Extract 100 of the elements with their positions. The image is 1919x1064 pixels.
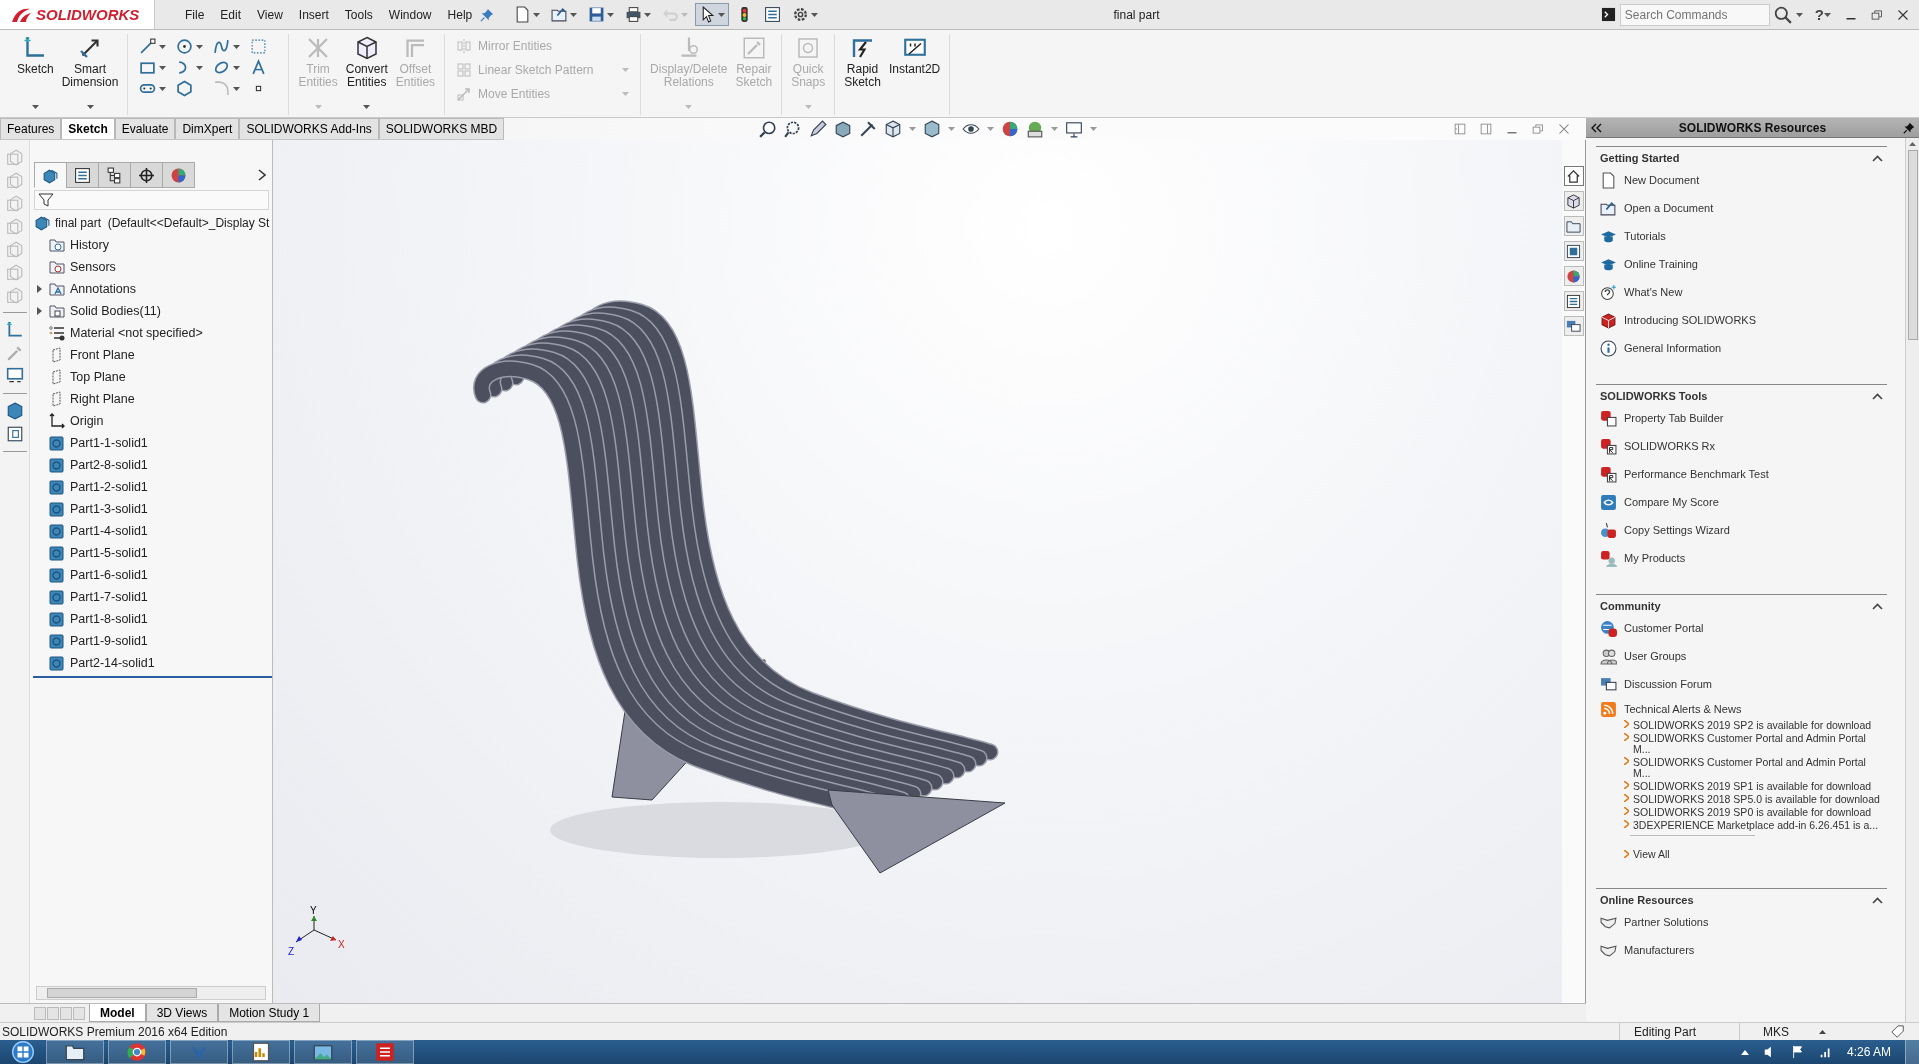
monitor-icon[interactable]	[1065, 120, 1084, 138]
resource-link[interactable]: New Document	[1596, 166, 1887, 194]
resource-link[interactable]: Online Training	[1596, 250, 1887, 278]
task-pane-tab[interactable]	[1563, 266, 1584, 286]
taskbar-app-button[interactable]	[232, 1040, 290, 1064]
tree-item[interactable]: final part (Default<<Default>_Display St	[30, 210, 272, 234]
caret-icon[interactable]	[196, 65, 204, 70]
caret-icon[interactable]	[718, 12, 726, 17]
ribbon-tool-button[interactable]: Instant2D	[884, 34, 945, 115]
tree-item[interactable]: Solid Bodies(11)	[30, 300, 272, 322]
tray-arrow-icon[interactable]	[1740, 1049, 1749, 1055]
unit-system[interactable]: MKS	[1763, 1024, 1789, 1039]
news-link[interactable]: SOLIDWORKS 2019 SP2 is available for download	[1633, 720, 1883, 731]
view-all-link[interactable]: View All	[1633, 848, 1670, 860]
manager-tab[interactable]	[130, 162, 163, 188]
resource-link[interactable]: General Information	[1596, 334, 1887, 362]
resource-link[interactable]: What's New	[1596, 278, 1887, 306]
command-tab[interactable]: Sketch	[61, 118, 115, 139]
rectangle-icon[interactable]	[139, 59, 157, 76]
tree-item[interactable]: Part1-8-solid1	[30, 608, 272, 630]
resource-link[interactable]: Compare My Score	[1596, 488, 1887, 516]
restore-icon[interactable]	[1532, 123, 1544, 135]
caret-up-icon[interactable]	[1819, 1029, 1826, 1034]
tree-item[interactable]: History	[30, 234, 272, 256]
menu-item[interactable]: Insert	[290, 3, 337, 26]
taskbar-app-button[interactable]	[108, 1040, 166, 1064]
ribbon-tool-button[interactable]: Sketch	[13, 34, 58, 115]
manager-tab[interactable]	[34, 162, 67, 188]
tree-item[interactable]: Part1-5-solid1	[30, 542, 272, 564]
caret-icon[interactable]	[811, 12, 819, 17]
tree-item[interactable]: Part1-3-solid1	[30, 498, 272, 520]
tree-item[interactable]: Part1-4-solid1	[30, 520, 272, 542]
color-sphere-icon[interactable]	[1001, 120, 1020, 138]
menu-item[interactable]: File	[177, 3, 213, 26]
cube-icon[interactable]	[884, 120, 903, 138]
chevron-right-icon[interactable]	[258, 169, 266, 181]
caret-icon[interactable]	[86, 105, 94, 109]
tree-item[interactable]: Part1-9-solid1	[30, 630, 272, 652]
resource-link[interactable]: Discussion Forum	[1596, 670, 1887, 698]
tree-item[interactable]: Sensors	[30, 256, 272, 278]
box-icon[interactable]	[5, 425, 24, 443]
resource-link[interactable]: Performance Benchmark Test	[1596, 460, 1887, 488]
resource-link[interactable]: Manufacturers	[1596, 936, 1887, 964]
command-tab[interactable]: DimXpert	[175, 118, 240, 139]
collapse-caret-icon[interactable]	[1872, 392, 1883, 400]
sketch-icon[interactable]	[5, 321, 24, 339]
caret-icon[interactable]	[644, 12, 652, 17]
collapse-caret-icon[interactable]	[1872, 896, 1883, 904]
caret-icon[interactable]	[31, 105, 39, 109]
resource-link[interactable]: Open a Document	[1596, 194, 1887, 222]
caret-icon[interactable]	[363, 105, 371, 109]
command-tab[interactable]: Features	[0, 118, 62, 139]
tree-item[interactable]: Front Plane	[30, 344, 272, 366]
command-tab[interactable]: SOLIDWORKS MBD	[378, 118, 505, 139]
cube-icon[interactable]	[5, 402, 24, 420]
tree-item[interactable]: Part2-14-solid1	[30, 652, 272, 674]
collapse-caret-icon[interactable]	[1872, 602, 1883, 610]
pin-icon[interactable]	[1903, 121, 1915, 134]
news-link[interactable]: SOLIDWORKS 2018 SP5.0 is available for download	[1633, 794, 1883, 805]
resource-link[interactable]: SOLIDWORKS Rx	[1596, 432, 1887, 460]
task-pane-tab[interactable]	[1563, 166, 1584, 186]
resource-link[interactable]: User Groups	[1596, 642, 1887, 670]
caret-icon[interactable]	[570, 12, 578, 17]
monitor-icon[interactable]	[5, 367, 24, 385]
start-orb-icon[interactable]	[12, 1041, 34, 1063]
tree-item[interactable]: Origin	[30, 410, 272, 432]
menu-item[interactable]: Help	[439, 3, 481, 26]
search-field[interactable]: Search Commands	[1619, 3, 1770, 26]
news-link[interactable]: SOLIDWORKS Customer Portal and Admin Portal M...	[1633, 757, 1883, 779]
task-pane-tab[interactable]	[1563, 191, 1584, 211]
vertical-scrollbar[interactable]	[1905, 138, 1919, 1022]
restore-icon[interactable]	[1871, 8, 1883, 21]
dotted-rectangle-icon[interactable]	[250, 38, 268, 55]
command-tab[interactable]: SOLIDWORKS Add-Ins	[239, 118, 379, 139]
tile-left-icon[interactable]	[1454, 123, 1466, 135]
help-button[interactable]: ?	[1814, 6, 1824, 23]
caret-icon[interactable]	[533, 12, 541, 17]
scrollbar-thumb[interactable]	[1907, 150, 1918, 340]
task-pane-tab[interactable]	[1563, 316, 1584, 336]
resource-link[interactable]: Introducing SOLIDWORKS	[1596, 306, 1887, 334]
resource-link[interactable]: Partner Solutions	[1596, 908, 1887, 936]
news-link[interactable]: SOLIDWORKS Customer Portal and Admin Portal M...	[1633, 733, 1883, 755]
tree-item[interactable]: Right Plane	[30, 388, 272, 410]
text-tool-icon[interactable]	[250, 59, 268, 76]
tree-item[interactable]: Part1-1-solid1	[30, 432, 272, 454]
ellipse-icon[interactable]	[213, 59, 231, 76]
tree-item[interactable]: Top Plane	[30, 366, 272, 388]
resource-link[interactable]: Customer Portal	[1596, 614, 1887, 642]
tree-item[interactable]: Part1-2-solid1	[30, 476, 272, 498]
filter-field[interactable]	[34, 190, 269, 210]
collapse-caret-icon[interactable]	[1872, 154, 1883, 162]
menu-item[interactable]: Window	[380, 3, 440, 26]
ribbon-tool-button[interactable]: Convert Entities	[341, 34, 392, 115]
taskbar-app-button[interactable]	[294, 1040, 352, 1064]
task-pane-tab[interactable]	[1563, 291, 1584, 311]
caret-icon[interactable]	[159, 65, 167, 70]
caret-icon[interactable]	[1795, 12, 1803, 17]
menu-item[interactable]: Edit	[212, 3, 250, 26]
caret-icon[interactable]	[233, 65, 241, 70]
collapse-icon[interactable]	[1590, 122, 1602, 133]
